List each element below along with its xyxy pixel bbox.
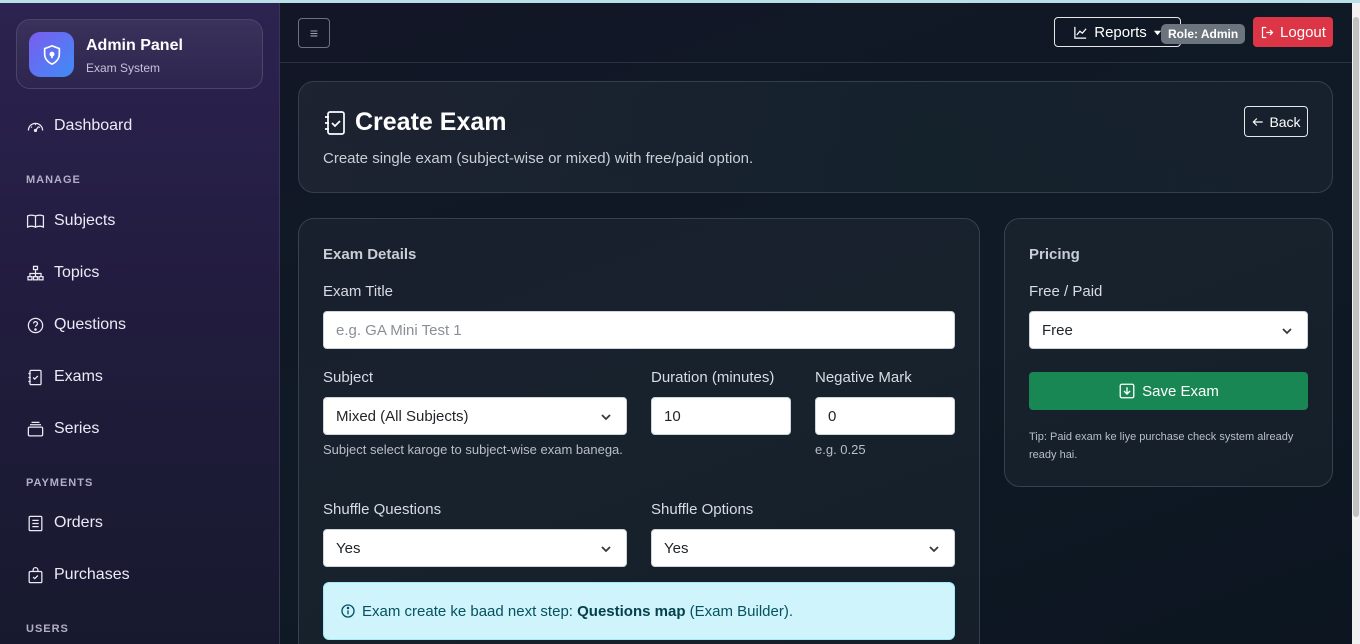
receipt-icon <box>28 515 43 531</box>
logout-label: Logout <box>1280 23 1326 41</box>
sidebar-item-exams[interactable]: Exams <box>26 363 103 391</box>
back-button[interactable]: Back <box>1244 106 1308 137</box>
info-alert: Exam create ke baad next step: Questions… <box>323 582 955 640</box>
role-badge: Role: Admin <box>1161 24 1246 44</box>
brand-title: Admin Panel <box>86 37 183 54</box>
chevron-down-icon <box>601 414 611 421</box>
negative-mark-help: e.g. 0.25 <box>815 442 866 457</box>
sidebar-item-label: Dashboard <box>54 117 133 134</box>
back-label: Back <box>1269 113 1301 130</box>
pricing-type-value: Free <box>1042 321 1073 339</box>
info-alert-text: Exam create ke baad next step: Questions… <box>362 603 793 620</box>
shuffle-questions-value: Yes <box>336 539 361 557</box>
pricing-title: Pricing <box>1029 246 1080 263</box>
pricing-type-label: Free / Paid <box>1029 283 1103 300</box>
page-title-text: Create Exam <box>355 108 507 136</box>
pricing-type-select[interactable]: Free <box>1029 311 1308 349</box>
brand-card[interactable]: Admin Panel Exam System <box>16 19 263 89</box>
chevron-down-icon <box>1282 328 1292 335</box>
shuffle-options-select[interactable]: Yes <box>651 529 955 567</box>
sidebar-item-topics[interactable]: Topics <box>26 259 99 287</box>
info-circle-icon <box>341 604 355 618</box>
exam-details-title: Exam Details <box>323 246 417 263</box>
graph-up-icon <box>1074 26 1087 39</box>
chevron-down-icon <box>929 546 939 553</box>
section-payments: PAYMENTS <box>26 477 94 489</box>
duration-label: Duration (minutes) <box>651 369 775 386</box>
sidebar-item-purchases[interactable]: Purchases <box>26 561 130 589</box>
page-subtitle: Create single exam (subject-wise or mixe… <box>323 150 754 167</box>
checklist-icon <box>28 369 42 385</box>
sidebar: Admin Panel Exam System Dashboard MANAGE… <box>0 3 280 644</box>
info-bold: Questions map <box>577 602 686 620</box>
page-scrollbar[interactable] <box>1352 3 1360 644</box>
negative-mark-label: Negative Mark <box>815 369 912 386</box>
exam-title-input[interactable] <box>323 311 955 349</box>
shield-icon <box>29 32 74 77</box>
sidebar-item-label: Orders <box>54 514 103 531</box>
save-exam-button[interactable]: Save Exam <box>1029 372 1308 410</box>
shuffle-options-label: Shuffle Options <box>651 501 754 518</box>
info-prefix: Exam create ke baad next step: <box>362 602 578 620</box>
subject-value: Mixed (All Subjects) <box>336 407 469 425</box>
checklist-icon <box>325 110 345 135</box>
speedometer-icon <box>27 122 44 132</box>
question-icon <box>27 317 44 333</box>
scrollbar-thumb[interactable] <box>1353 17 1359 517</box>
sidebar-item-subjects[interactable]: Subjects <box>26 207 115 235</box>
logout-button[interactable]: Logout <box>1253 17 1333 47</box>
sidebar-item-dashboard[interactable]: Dashboard <box>26 112 132 140</box>
pricing-card: Pricing Free / Paid Free Save Exam Tip: … <box>1004 218 1333 487</box>
logout-icon <box>1261 26 1274 38</box>
section-users: USERS <box>26 623 69 635</box>
shuffle-questions-label: Shuffle Questions <box>323 501 442 518</box>
subject-help-text: Subject select karoge to subject-wise ex… <box>323 442 623 457</box>
sidebar-item-label: Topics <box>54 264 100 281</box>
exam-details-card: Exam Details Exam Title Subject Mixed (A… <box>298 218 980 644</box>
duration-input[interactable] <box>651 397 791 435</box>
shuffle-questions-select[interactable]: Yes <box>323 529 627 567</box>
section-manage: MANAGE <box>26 174 81 186</box>
subject-select[interactable]: Mixed (All Subjects) <box>323 397 627 435</box>
page-header-card: Create Exam Create single exam (subject-… <box>298 81 1333 193</box>
info-suffix: (Exam Builder). <box>685 602 794 620</box>
page-title: Create Exam <box>323 108 506 137</box>
sidebar-item-label: Subjects <box>54 212 116 229</box>
sidebar-item-orders[interactable]: Orders <box>26 509 103 537</box>
sidebar-item-label: Questions <box>54 316 127 333</box>
sidebar-item-label: Purchases <box>54 566 130 583</box>
reports-label: Reports <box>1094 23 1147 41</box>
pricing-tip: Tip: Paid exam ke liye purchase check sy… <box>1029 431 1294 461</box>
hierarchy-icon <box>27 265 44 280</box>
subject-label: Subject <box>323 369 374 386</box>
stack-icon <box>27 421 44 436</box>
brand-subtitle: Exam System <box>86 61 161 75</box>
bag-check-icon <box>28 566 43 583</box>
shuffle-options-value: Yes <box>664 539 689 557</box>
menu-toggle-button[interactable]: ≡ <box>298 18 330 48</box>
book-icon <box>26 213 45 228</box>
sidebar-item-label: Series <box>54 420 100 437</box>
chevron-down-icon <box>601 546 611 553</box>
negative-mark-input[interactable] <box>815 397 955 435</box>
download-icon <box>1119 383 1135 399</box>
sidebar-item-questions[interactable]: Questions <box>26 311 126 339</box>
arrow-left-icon <box>1252 117 1264 126</box>
main-content: ≡ Reports Role: Admin Logout Create Exam… <box>280 3 1352 644</box>
top-accent-line <box>0 0 1360 3</box>
sidebar-item-label: Exams <box>54 368 103 385</box>
topbar: ≡ Reports Role: Admin Logout <box>280 3 1352 63</box>
sidebar-item-series[interactable]: Series <box>26 415 99 443</box>
save-exam-label: Save Exam <box>1142 382 1219 400</box>
exam-title-label: Exam Title <box>323 283 394 300</box>
